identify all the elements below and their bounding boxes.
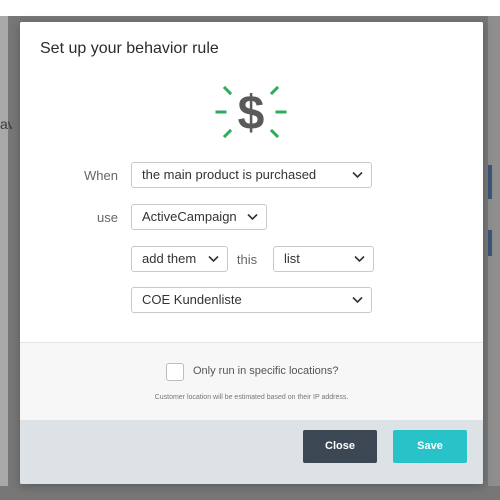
location-section: Only run in specific locations? Customer… <box>20 342 483 420</box>
modal-footer: Close Save <box>20 420 483 484</box>
save-button[interactable]: Save <box>393 430 467 463</box>
action-select[interactable]: add them <box>131 246 228 272</box>
integration-select[interactable]: ActiveCampaign <box>131 204 267 230</box>
integration-select-value: ActiveCampaign <box>142 209 237 224</box>
background-text-fragment: av <box>0 116 12 132</box>
chevron-down-icon <box>208 255 219 263</box>
location-checkbox[interactable] <box>166 363 184 381</box>
background-left-panel <box>0 16 8 486</box>
close-button[interactable]: Close <box>303 430 377 463</box>
dollar-sign-icon: $ <box>211 82 291 144</box>
svg-text:$: $ <box>238 87 265 140</box>
rule-config-section: Set up your behavior rule $ When the mai… <box>20 22 483 342</box>
location-hint: Customer location will be estimated base… <box>154 394 349 401</box>
when-label: When <box>84 168 118 183</box>
target-type-select-value: list <box>284 251 300 266</box>
target-type-select[interactable]: list <box>273 246 374 272</box>
trigger-select[interactable]: the main product is purchased <box>131 162 372 188</box>
background-top-bar <box>0 0 500 16</box>
background-right-marker <box>488 230 492 256</box>
action-select-value: add them <box>142 251 197 266</box>
chevron-down-icon <box>352 171 363 179</box>
chevron-down-icon <box>352 296 363 304</box>
list-select-value: COE Kundenliste <box>142 292 242 307</box>
list-select[interactable]: COE Kundenliste <box>131 287 372 313</box>
modal-title: Set up your behavior rule <box>40 40 219 57</box>
this-label: this <box>236 252 258 267</box>
background-right-marker <box>488 165 492 199</box>
location-checkbox-label[interactable]: Only run in specific locations? <box>193 365 339 377</box>
chevron-down-icon <box>354 255 365 263</box>
chevron-down-icon <box>247 213 258 221</box>
use-label: use <box>97 210 118 225</box>
trigger-select-value: the main product is purchased <box>142 167 317 182</box>
behavior-rule-modal: Set up your behavior rule $ When the mai… <box>20 22 483 484</box>
